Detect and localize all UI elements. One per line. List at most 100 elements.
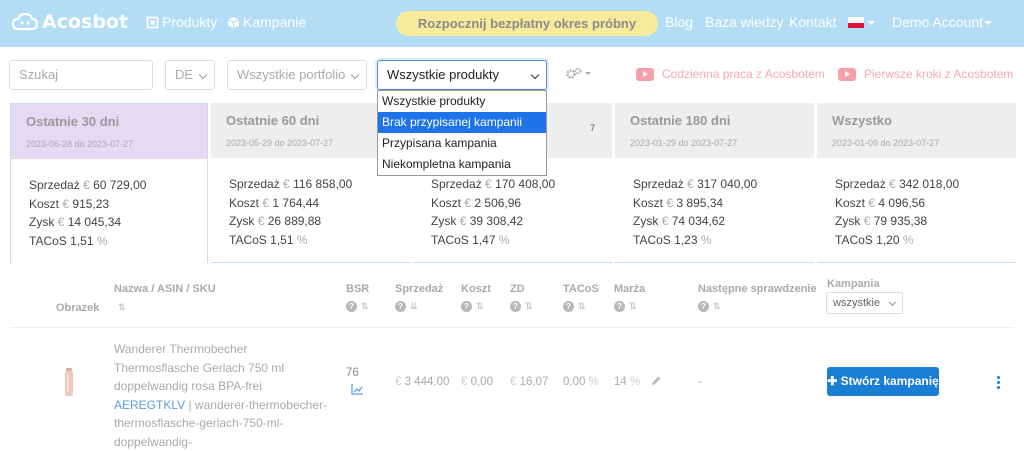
marketplace-select[interactable]: DE: [165, 60, 215, 90]
help-icon: ?: [461, 301, 472, 312]
sort-icon: ⇅: [476, 301, 484, 311]
youtube-play-icon: [636, 67, 654, 81]
col-header-name: Nazwa / ASIN / SKU: [114, 283, 216, 295]
period-card-30-days[interactable]: Ostatnie 30 dni 2023-06-28 do 2023-07-27…: [10, 103, 208, 263]
portfolio-select[interactable]: Wszystkie portfolio: [227, 60, 367, 90]
col-header-tacos: TACoS: [563, 283, 599, 295]
col-header-image: Obrazek: [56, 302, 100, 314]
help-icon: ?: [563, 301, 574, 312]
account-menu[interactable]: Demo Account: [892, 14, 983, 30]
col-header-cost-tools: ? ⇅: [461, 300, 484, 312]
nav-contact[interactable]: Kontakt: [789, 14, 836, 30]
video-link-daily-work-label: Codzienna praca z Acosbotem: [662, 67, 825, 81]
card-dates: 2023-01-09 do 2023-07-27: [832, 138, 940, 148]
portfolio-value: Wszystkie portfolio: [237, 67, 346, 82]
chart-icon[interactable]: [351, 384, 364, 395]
nav-products[interactable]: Produkty: [146, 14, 217, 30]
col-header-campaign: Kampania: [827, 278, 880, 290]
col-header-margin: Marża: [614, 283, 646, 295]
nav-campaigns-label: Kampanie: [243, 14, 307, 30]
settings-gears-icon[interactable]: [566, 67, 592, 82]
col-header-sales-tools: ? ⇊: [395, 300, 418, 312]
card-title: Wszystko: [832, 113, 892, 128]
period-card-180-days[interactable]: Ostatnie 180 dni 2023-01-29 do 2023-07-2…: [615, 103, 814, 263]
chevron-down-icon: [198, 70, 208, 80]
chevron-down-icon: [530, 70, 540, 80]
trial-button[interactable]: Rozpocznij bezpłatny okres próbny: [396, 11, 658, 36]
product-filter-value: Wszystkie produkty: [387, 67, 499, 82]
col-header-bsr: BSR: [346, 283, 370, 295]
sort-icon: ⇅: [525, 301, 533, 311]
dropdown-option[interactable]: Wszystkie produkty: [378, 91, 546, 112]
col-header-zd: ZD: [510, 283, 525, 295]
create-campaign-button[interactable]: ✚ Stwórz kampanię: [827, 367, 939, 396]
top-navbar: Acosbot Produkty Kampanie Rozpocznij bez…: [0, 0, 1024, 47]
card-sales: Sprzedaż € 170 408,00: [431, 177, 556, 191]
help-icon: ?: [510, 301, 521, 312]
card-title: Ostatnie 30 dni: [26, 114, 120, 129]
sort-icon: ⇅: [713, 301, 721, 311]
card-dates: 2023-06-28 do 2023-07-27: [26, 139, 134, 149]
help-icon: ?: [614, 301, 625, 312]
dropdown-option[interactable]: Przypisana kampania: [378, 133, 546, 154]
nav-campaigns[interactable]: Kampanie: [227, 14, 306, 30]
sales-value: € 3 444,00: [395, 376, 450, 388]
cube-icon: [227, 16, 240, 28]
nav-knowledge-base[interactable]: Baza wiedzy: [705, 14, 784, 30]
video-link-first-steps-label: Pierwsze kroki z Acosbotem: [864, 67, 1014, 81]
sort-icon[interactable]: ⇅: [114, 301, 126, 313]
create-campaign-label: Stwórz kampanię: [840, 374, 939, 388]
card-sales: Sprzedaż € 60 729,00: [29, 178, 147, 192]
sort-icon: ⇅: [361, 301, 369, 311]
card-cost: Koszt € 3 895,34: [633, 195, 724, 210]
period-card-all[interactable]: Wszystko 2023-01-09 do 2023-07-27 Sprzed…: [817, 103, 1016, 263]
col-header-tacos-tools: ? ⇅: [563, 300, 586, 312]
card-tacos: TACoS 1,47 %: [431, 232, 510, 247]
language-flag-icon[interactable]: [848, 17, 864, 28]
col-header-zd-tools: ? ⇅: [510, 300, 533, 312]
dropdown-option-highlighted[interactable]: Brak przypisanej kampanii: [378, 112, 546, 133]
divider: [10, 327, 1014, 328]
dropdown-option[interactable]: Niekompletna kampania: [378, 154, 546, 175]
marketplace-value: DE: [175, 67, 194, 82]
campaign-filter-select[interactable]: wszystkie: [826, 292, 903, 314]
sort-icon: ⇅: [629, 301, 637, 311]
video-link-daily-work[interactable]: Codzienna praca z Acosbotem: [636, 67, 825, 81]
account-name: Demo Account: [892, 14, 984, 30]
brand-logo[interactable]: Acosbot: [12, 11, 128, 33]
product-filter-dropdown: Wszystkie produkty Brak przypisanej kamp…: [377, 90, 547, 176]
brand-name: Acosbot: [42, 11, 129, 33]
product-asin-link[interactable]: AEREGTKLV: [114, 398, 185, 412]
campaign-filter-value: wszystkie: [833, 297, 881, 309]
card-dates: 2023-01-29 do 2023-07-27: [630, 138, 738, 148]
col-header-next-check: Następne sprawdzenie: [698, 283, 817, 295]
search-input[interactable]: Szukaj: [9, 60, 153, 90]
card-title: Ostatnie 180 dni: [630, 113, 731, 128]
more-options-icon[interactable]: [997, 376, 1000, 391]
card-profit: Zysk € 14 045,34: [29, 215, 122, 229]
zd-value: € 16,07: [510, 376, 549, 388]
help-icon: ?: [395, 301, 406, 312]
card-sales: Sprzedaż € 317 040,00: [633, 177, 758, 191]
product-filter-select[interactable]: Wszystkie produkty: [377, 60, 547, 90]
pencil-icon[interactable]: [650, 375, 662, 387]
next-check-value: -: [698, 376, 702, 388]
card-tacos: TACoS 1,20 %: [835, 232, 914, 247]
chevron-down-icon: [350, 70, 360, 80]
card-tacos: TACoS 1,51 %: [229, 232, 308, 247]
products-icon: [146, 16, 159, 28]
sort-icon: ⇅: [578, 301, 586, 311]
sort-desc-icon: ⇊: [410, 301, 418, 311]
col-header-cost: Koszt: [461, 283, 491, 295]
card-profit: Zysk € 74 034,62: [633, 214, 726, 228]
help-icon: ?: [698, 301, 709, 312]
nav-blog[interactable]: Blog: [665, 14, 693, 30]
card-tacos: TACoS 1,23 %: [633, 232, 712, 247]
col-header-margin-tools: ? ⇅: [614, 300, 637, 312]
product-thumbnail[interactable]: [64, 368, 74, 396]
col-header-bsr-tools: ? ⇅: [346, 300, 369, 312]
card-sales: Sprzedaż € 116 858,00: [229, 177, 353, 191]
card-title: Ostatnie 60 dni: [226, 113, 320, 128]
video-link-first-steps[interactable]: Pierwsze kroki z Acosbotem: [838, 67, 1013, 81]
card-dates: 2023-05-29 do 2023-07-27: [226, 138, 334, 148]
